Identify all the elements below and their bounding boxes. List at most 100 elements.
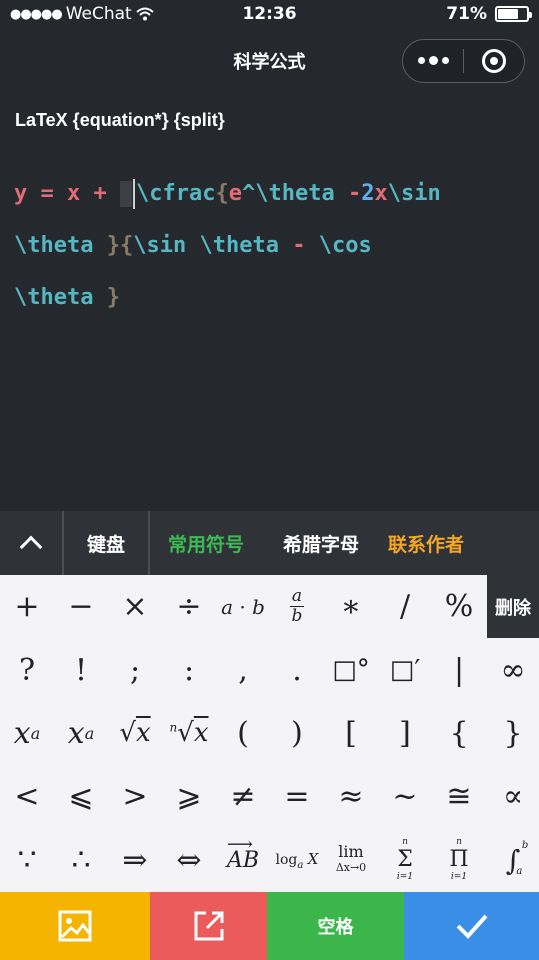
- key-semicolon[interactable]: ;: [108, 638, 162, 701]
- battery-fill: [498, 9, 518, 19]
- close-button[interactable]: [464, 40, 524, 82]
- key-right-paren[interactable]: ): [270, 702, 324, 765]
- text-cursor-block: [120, 181, 132, 207]
- tab-keyboard[interactable]: 键盘: [64, 511, 150, 575]
- key-because[interactable]: ∵: [0, 829, 54, 892]
- key-times[interactable]: ×: [108, 575, 162, 638]
- chevron-up-icon: [19, 535, 43, 559]
- mini-program-capsule: [402, 39, 525, 83]
- key-integral[interactable]: ∫ b a: [486, 829, 539, 892]
- tab-common-symbols[interactable]: 常用符号: [150, 511, 262, 575]
- key-prime[interactable]: □′: [378, 638, 432, 701]
- token: -: [278, 233, 319, 258]
- key-period[interactable]: .: [270, 638, 324, 701]
- image-icon: [58, 910, 92, 942]
- key-propto[interactable]: ∝: [486, 765, 539, 828]
- token: x: [374, 181, 388, 206]
- battery-icon: [495, 6, 532, 22]
- token: -: [334, 181, 362, 206]
- key-percent[interactable]: %: [432, 575, 486, 638]
- keyboard-tabs: 键盘 常用符号 希腊字母 联系作者: [0, 511, 539, 575]
- key-sim[interactable]: ~: [378, 765, 432, 828]
- battery-percent: 71%: [446, 4, 487, 24]
- tab-greek-letters[interactable]: 希腊字母: [262, 511, 380, 575]
- key-equals[interactable]: =: [270, 765, 324, 828]
- key-sum[interactable]: n Σi=1: [378, 829, 432, 892]
- token: \theta: [255, 181, 335, 206]
- token: x: [67, 181, 81, 206]
- key-right-bracket[interactable]: ]: [378, 702, 432, 765]
- key-neq[interactable]: ≠: [216, 765, 270, 828]
- token: {: [119, 233, 134, 258]
- bottom-action-bar: 空格: [0, 892, 539, 960]
- key-geq[interactable]: ⩾: [162, 765, 216, 828]
- share-button[interactable]: [150, 892, 267, 960]
- token: \theta: [14, 233, 94, 258]
- key-left-paren[interactable]: (: [216, 702, 270, 765]
- token: \theta: [199, 233, 279, 258]
- key-divide[interactable]: ÷: [162, 575, 216, 638]
- key-superscript[interactable]: xa: [0, 702, 54, 765]
- key-sqrt[interactable]: √x: [108, 702, 162, 765]
- formula-editor[interactable]: y = x + \cfrac{e^\theta -2x\sin \theta }…: [14, 168, 529, 324]
- collapse-button[interactable]: [0, 511, 64, 575]
- delete-button[interactable]: 删除: [487, 575, 539, 638]
- space-button[interactable]: 空格: [267, 892, 404, 960]
- token: \theta: [14, 285, 94, 310]
- token: 2: [361, 181, 375, 206]
- key-limit[interactable]: lim Δx→0: [324, 829, 378, 892]
- share-icon: [194, 911, 223, 941]
- nav-bar: 科学公式: [0, 30, 539, 90]
- key-question[interactable]: ?: [0, 638, 54, 701]
- key-nth-root[interactable]: n√x: [162, 702, 216, 765]
- token: e: [228, 181, 242, 206]
- menu-button[interactable]: [403, 40, 463, 82]
- key-iff[interactable]: ⇔: [162, 829, 216, 892]
- token: +: [80, 181, 120, 206]
- key-greater[interactable]: >: [108, 765, 162, 828]
- editor-line-1: y = x + \cfrac{e^\theta -2x\sin: [14, 168, 529, 220]
- key-comma[interactable]: ,: [216, 638, 270, 701]
- status-bar: ●●●●● WeChat 12:36 71%: [0, 0, 539, 30]
- key-left-brace[interactable]: {: [432, 702, 486, 765]
- key-vector[interactable]: AB ⟶: [216, 829, 270, 892]
- key-cong[interactable]: ≅: [432, 765, 486, 828]
- key-slash[interactable]: /: [378, 575, 432, 638]
- text-cursor: [133, 179, 135, 209]
- key-vertical-bar[interactable]: |: [432, 638, 486, 701]
- key-degree[interactable]: □°: [324, 638, 378, 701]
- key-product[interactable]: n Πi=1: [432, 829, 486, 892]
- key-fraction[interactable]: ab: [270, 575, 324, 638]
- key-exclaim[interactable]: !: [54, 638, 108, 701]
- token: \cfrac: [136, 181, 216, 206]
- key-less[interactable]: <: [0, 765, 54, 828]
- key-asterisk[interactable]: ∗: [324, 575, 378, 638]
- token: {: [215, 181, 229, 206]
- key-minus[interactable]: −: [54, 575, 108, 638]
- check-icon: [456, 914, 487, 939]
- key-plus[interactable]: +: [0, 575, 54, 638]
- latex-env-label: LaTeX {equation*} {split}: [15, 110, 225, 130]
- symbol-grid: 删除 + − × ÷ a · b a b ∗ /%?!;:,. □° □′ | ∞ x a x a √x n√x()…: [0, 575, 539, 892]
- editor-line-2: \theta }{\sin \theta - \cos: [14, 220, 529, 272]
- editor-line-3: \theta }: [14, 272, 529, 324]
- status-right: 71%: [446, 4, 532, 24]
- key-right-brace[interactable]: }: [486, 702, 539, 765]
- confirm-button[interactable]: [404, 892, 539, 960]
- tab-contact-author[interactable]: 联系作者: [380, 511, 500, 575]
- key-dot-product[interactable]: a · b: [216, 575, 270, 638]
- key-approx[interactable]: ≈: [324, 765, 378, 828]
- key-leq[interactable]: ⩽: [54, 765, 108, 828]
- key-subscript[interactable]: xa: [54, 702, 108, 765]
- menu-dots-icon: [417, 56, 449, 65]
- key-colon[interactable]: :: [162, 638, 216, 701]
- key-therefore[interactable]: ∴: [54, 829, 108, 892]
- key-infinity[interactable]: ∞: [486, 638, 539, 701]
- insert-image-button[interactable]: [0, 892, 150, 960]
- token: \cos: [318, 233, 372, 258]
- key-implies[interactable]: ⇒: [108, 829, 162, 892]
- token: =: [27, 181, 67, 206]
- key-left-bracket[interactable]: [: [324, 702, 378, 765]
- key-log[interactable]: loga X: [270, 829, 324, 892]
